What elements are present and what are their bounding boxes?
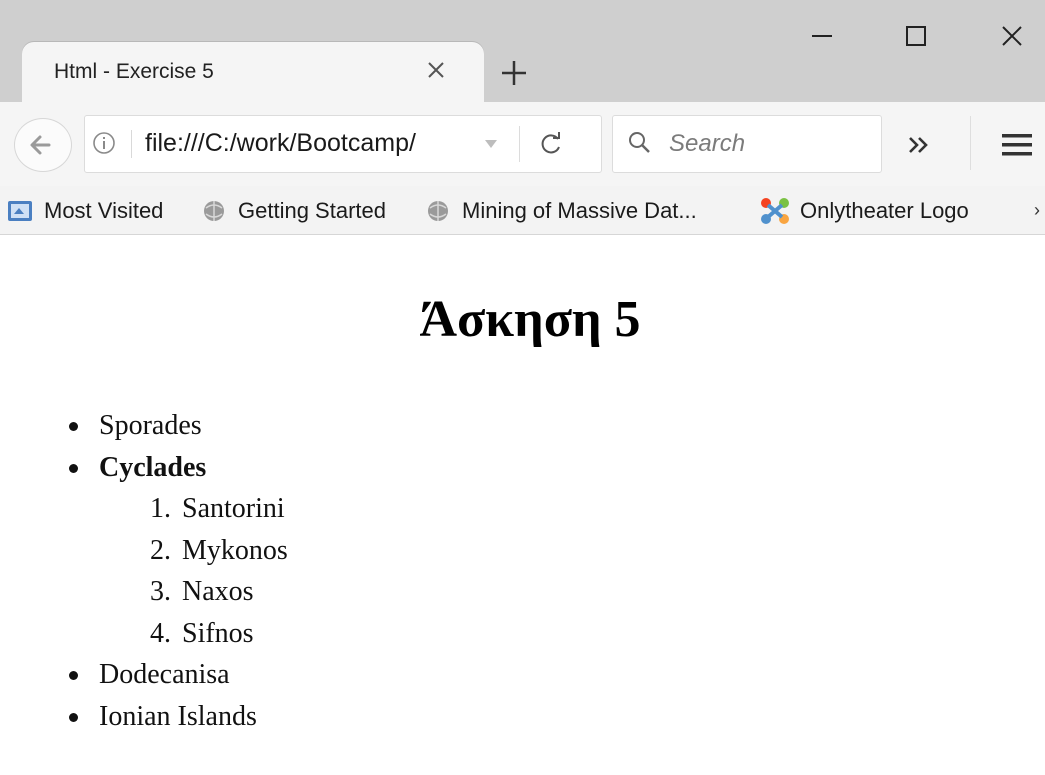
list-item-dodecanisa: Dodecanisa bbox=[0, 654, 288, 696]
menu-divider bbox=[970, 116, 971, 170]
url-bar[interactable]: file:///C:/work/Bootcamp/ bbox=[84, 115, 602, 173]
overflow-chevron-icon[interactable] bbox=[902, 128, 936, 162]
browser-tab[interactable]: Html - Exercise 5 bbox=[22, 42, 484, 104]
search-icon bbox=[627, 130, 653, 156]
back-button[interactable] bbox=[14, 118, 72, 172]
page-heading: Άσκηση 5 bbox=[419, 291, 641, 348]
minimize-icon[interactable] bbox=[800, 18, 844, 56]
menu-hamburger-icon[interactable] bbox=[998, 130, 1038, 160]
list-item-ionian-islands: Ionian Islands bbox=[0, 696, 288, 738]
site-info-icon[interactable] bbox=[91, 130, 117, 156]
joomla-icon bbox=[761, 198, 789, 224]
bookmark-label: Most Visited bbox=[44, 198, 164, 223]
page-content: Άσκηση 5 Sporades Cyclades 1. Santorini 2… bbox=[0, 235, 1045, 775]
url-divider bbox=[131, 130, 132, 158]
sublist-item-naxos: 3. Naxos bbox=[150, 576, 254, 607]
back-arrow-icon bbox=[30, 135, 51, 155]
bookmark-label: Mining of Massive Dat... bbox=[462, 198, 697, 223]
cyclades-sublist: 1. Santorini 2. Mykonos 3. Naxos 4. Sifnos bbox=[0, 488, 288, 654]
sublist-item-sifnos: 4. Sifnos bbox=[150, 617, 254, 649]
close-tab-icon[interactable] bbox=[422, 56, 450, 84]
search-placeholder: Search bbox=[669, 130, 746, 157]
globe-icon bbox=[428, 201, 448, 221]
search-bar[interactable]: Search bbox=[612, 115, 882, 173]
url-divider-2 bbox=[519, 126, 520, 162]
navigation-toolbar: file:///C:/work/Bootcamp/ Search bbox=[0, 102, 1045, 186]
cyclades-sublist-container: 1. Santorini 2. Mykonos 3. Naxos 4. Sifnos bbox=[0, 488, 288, 654]
globe-icon bbox=[204, 201, 224, 221]
reload-icon[interactable] bbox=[537, 130, 565, 158]
new-tab-icon[interactable] bbox=[497, 56, 531, 90]
bookmarks-toolbar: Most Visited Getting Started Mining of M… bbox=[0, 186, 1045, 235]
url-text[interactable]: file:///C:/work/Bootcamp/ bbox=[145, 129, 416, 158]
island-groups-list: Sporades Cyclades 1. Santorini 2. Mykonos … bbox=[0, 405, 288, 737]
history-dropdown-icon[interactable] bbox=[483, 136, 499, 150]
list-item-cyclades: Cyclades bbox=[0, 447, 288, 489]
bookmark-label: Onlytheater Logo bbox=[800, 198, 969, 223]
list-item-sporades: Sporades bbox=[0, 405, 288, 447]
bookmark-getting-started[interactable]: Getting Started bbox=[200, 196, 386, 226]
sublist-item-santorini: 1. Santorini bbox=[150, 493, 285, 524]
bookmark-folder-icon bbox=[8, 201, 32, 221]
close-window-icon[interactable] bbox=[992, 18, 1036, 56]
bookmark-most-visited[interactable]: Most Visited bbox=[6, 196, 163, 226]
tab-title: Html - Exercise 5 bbox=[54, 60, 214, 83]
bookmark-label: Getting Started bbox=[238, 198, 386, 223]
bookmark-mining-massive-datasets[interactable]: Mining of Massive Dat... bbox=[424, 196, 697, 226]
bookmark-onlytheater-logo[interactable]: Onlytheater Logo bbox=[758, 196, 969, 226]
browser-tab-strip: Html - Exercise 5 bbox=[0, 0, 1045, 104]
sublist-item-mykonos: 2. Mykonos bbox=[150, 534, 288, 566]
bookmarks-overflow-icon[interactable]: › bbox=[1034, 200, 1040, 221]
maximize-icon[interactable] bbox=[894, 18, 938, 56]
